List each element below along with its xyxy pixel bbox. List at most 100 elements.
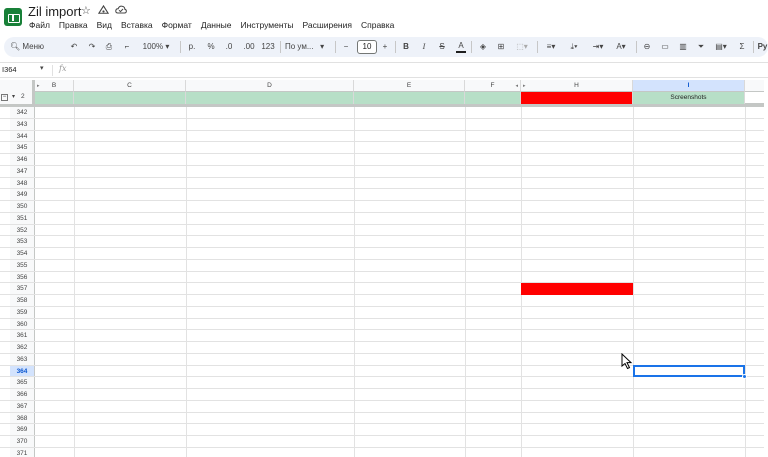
- text-wrapping-icon[interactable]: ⇥▾: [588, 37, 608, 57]
- insert-chart-icon[interactable]: ▥: [677, 37, 689, 57]
- sheet-row[interactable]: 364: [0, 364, 768, 380]
- row-header[interactable]: 369: [10, 424, 35, 435]
- input-tools-button[interactable]: Py: [757, 37, 768, 57]
- menu-search[interactable]: 🔍︎ Меню: [10, 37, 62, 57]
- menu-data[interactable]: Данные: [201, 20, 232, 30]
- row-header[interactable]: 351: [10, 212, 35, 224]
- header-cell-i[interactable]: Screenshots: [633, 92, 745, 104]
- italic-button[interactable]: I: [418, 37, 430, 57]
- row-header[interactable]: 348: [10, 177, 35, 189]
- menu-view[interactable]: Вид: [97, 20, 112, 30]
- row-header[interactable]: 355: [10, 259, 35, 271]
- header-cell-b[interactable]: [35, 92, 74, 104]
- column-header-d[interactable]: D: [186, 80, 354, 92]
- sheet-row[interactable]: 367: [0, 400, 768, 413]
- row-header[interactable]: 367: [10, 400, 35, 412]
- sheet-row[interactable]: 347: [0, 165, 768, 178]
- zoom-select[interactable]: 100% ▾: [138, 37, 174, 57]
- functions-icon[interactable]: Σ: [736, 37, 748, 57]
- chevron-down-icon[interactable]: ▾: [40, 64, 44, 72]
- row-header[interactable]: 366: [10, 389, 35, 400]
- currency-format-button[interactable]: р.: [186, 37, 198, 57]
- sheet-row[interactable]: 353: [0, 236, 768, 248]
- hidden-columns-left-icon[interactable]: ◂: [515, 80, 518, 92]
- select-all-corner[interactable]: − ▾ 2: [0, 80, 35, 104]
- row-header[interactable]: 365: [10, 377, 35, 388]
- sheet-row[interactable]: 351: [0, 212, 768, 225]
- vertical-scrollbar[interactable]: [764, 80, 768, 457]
- header-cell-c[interactable]: [74, 92, 186, 104]
- expand-left-icon[interactable]: ▸: [37, 80, 40, 92]
- horizontal-align-icon[interactable]: ≡▾: [542, 37, 560, 57]
- number-format-button[interactable]: 123: [261, 37, 275, 57]
- row-header[interactable]: 370: [10, 436, 35, 447]
- text-rotation-icon[interactable]: A▾: [611, 37, 631, 57]
- row-header[interactable]: 349: [10, 189, 35, 200]
- row-header[interactable]: 344: [10, 130, 35, 142]
- header-cell-e[interactable]: [354, 92, 465, 104]
- insert-comment-icon[interactable]: ▭: [659, 37, 671, 57]
- decrease-decimal-button[interactable]: .0: [222, 37, 236, 57]
- menu-edit[interactable]: Правка: [59, 20, 88, 30]
- sheet-row[interactable]: 370: [0, 436, 768, 448]
- row-header[interactable]: 364: [10, 365, 35, 377]
- active-cell-selection[interactable]: [633, 364, 745, 378]
- menu-file[interactable]: Файл: [29, 20, 50, 30]
- row-header[interactable]: 360: [10, 318, 35, 330]
- strikethrough-button[interactable]: S: [436, 37, 448, 57]
- row-header[interactable]: 346: [10, 154, 35, 165]
- sheet-grid[interactable]: − ▾ 2 ▸ B C D E F ◂ ▸ H I Screenshots 34…: [0, 80, 768, 457]
- sheets-logo-icon[interactable]: [4, 8, 22, 26]
- row-header[interactable]: 345: [10, 142, 35, 153]
- row-header[interactable]: 357: [10, 283, 35, 294]
- print-icon[interactable]: ⎙: [103, 37, 115, 57]
- borders-icon[interactable]: ⊞: [495, 37, 507, 57]
- row-header[interactable]: 362: [10, 342, 35, 353]
- merge-cells-icon[interactable]: ⬚▾: [513, 37, 531, 57]
- font-family-select[interactable]: По ум... ▾: [285, 37, 331, 57]
- row-header[interactable]: 361: [10, 330, 35, 341]
- row-header[interactable]: 353: [10, 236, 35, 247]
- sheet-row[interactable]: 352: [0, 224, 768, 237]
- menu-tools[interactable]: Инструменты: [241, 20, 294, 30]
- sheet-row[interactable]: 355: [0, 259, 768, 272]
- row-header[interactable]: 350: [10, 201, 35, 212]
- highlighted-cell-h[interactable]: [521, 283, 633, 295]
- sheet-row[interactable]: 350: [0, 201, 768, 213]
- formula-input[interactable]: [75, 64, 755, 77]
- percent-format-button[interactable]: %: [205, 37, 217, 57]
- row-header[interactable]: 343: [10, 118, 35, 130]
- row-header[interactable]: 354: [10, 248, 35, 259]
- row-header[interactable]: 352: [10, 224, 35, 236]
- insert-link-icon[interactable]: ⊖: [641, 37, 653, 57]
- column-header-f[interactable]: F ◂: [465, 80, 521, 92]
- sheet-row[interactable]: 346: [0, 154, 768, 166]
- row-header[interactable]: 358: [10, 295, 35, 306]
- menu-extensions[interactable]: Расширения: [303, 20, 352, 30]
- sheet-row[interactable]: 343: [0, 118, 768, 131]
- column-header-i[interactable]: I: [633, 80, 745, 92]
- sheet-row[interactable]: 359: [0, 306, 768, 319]
- sheet-row[interactable]: 345: [0, 142, 768, 154]
- menu-help[interactable]: Справка: [361, 20, 394, 30]
- font-size-input[interactable]: 10: [357, 40, 377, 54]
- increase-decimal-button[interactable]: .00: [241, 37, 257, 57]
- header-cell-h[interactable]: [521, 92, 633, 104]
- sheet-row[interactable]: 356: [0, 271, 768, 284]
- sheet-row[interactable]: 368: [0, 412, 768, 425]
- font-size-increase-button[interactable]: +: [379, 37, 391, 57]
- undo-icon[interactable]: ↶: [68, 37, 80, 57]
- document-title[interactable]: Zil import: [28, 4, 81, 19]
- row-header[interactable]: 347: [10, 165, 35, 177]
- font-size-decrease-button[interactable]: −: [340, 37, 352, 57]
- menu-insert[interactable]: Вставка: [121, 20, 153, 30]
- sheet-row[interactable]: 348: [0, 177, 768, 190]
- hidden-columns-right-icon[interactable]: ▸: [523, 80, 526, 92]
- sheet-row[interactable]: 358: [0, 295, 768, 307]
- sheet-row[interactable]: 365: [0, 377, 768, 389]
- sheet-row[interactable]: 357: [0, 283, 768, 295]
- vertical-align-icon[interactable]: ⤓▾: [565, 37, 583, 57]
- column-header-h[interactable]: ▸ H: [521, 80, 633, 92]
- column-header-e[interactable]: E: [354, 80, 465, 92]
- row-header[interactable]: 363: [10, 353, 35, 365]
